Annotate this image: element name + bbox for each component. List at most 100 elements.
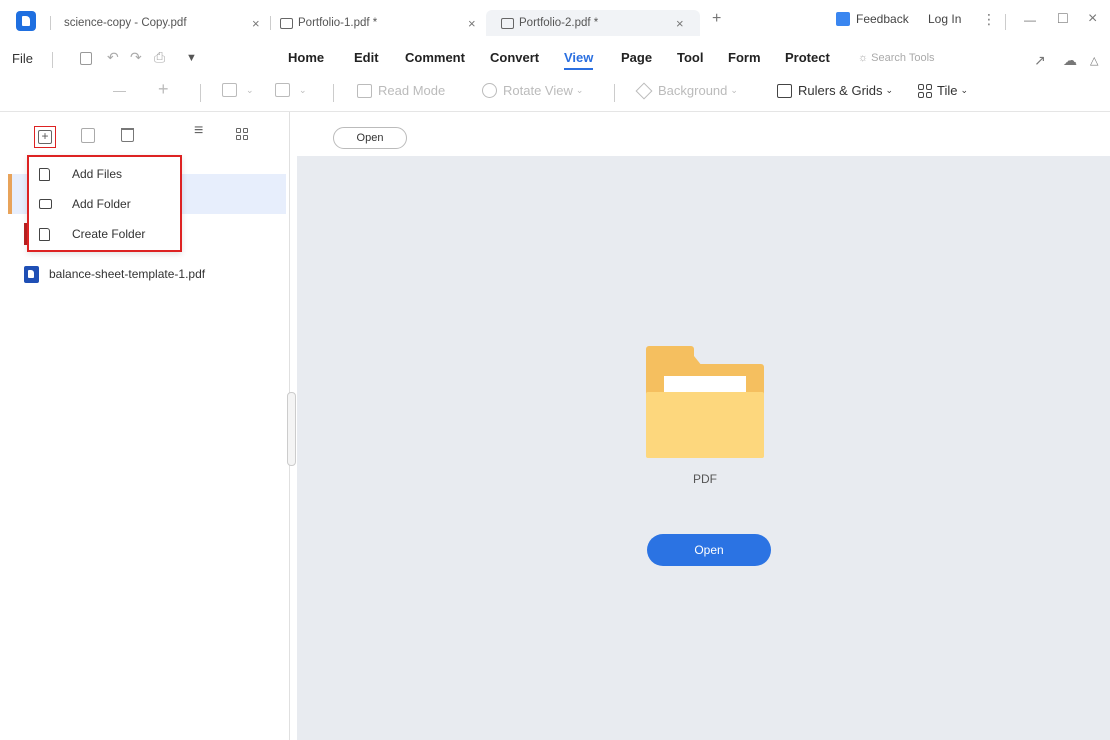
divider	[270, 16, 271, 30]
background-label: Background	[658, 83, 728, 98]
save-icon[interactable]	[80, 52, 92, 65]
read-mode-label: Read Mode	[378, 83, 446, 98]
read-mode-icon	[357, 83, 372, 98]
open-small-button[interactable]: Open	[333, 127, 407, 149]
caret-icon: ⌄	[960, 85, 969, 95]
zoom-in-button[interactable]: +	[158, 79, 169, 100]
folder-icon	[39, 199, 52, 209]
cloud-upload-icon[interactable]: ☁	[1063, 52, 1077, 69]
rotate-icon	[482, 83, 497, 98]
tab-portfolio-2[interactable]: Portfolio-2.pdf * ×	[486, 10, 700, 36]
panel-resize-handle[interactable]	[287, 392, 296, 466]
create-folder-icon	[39, 227, 50, 241]
divider	[333, 84, 334, 102]
feedback-label: Feedback	[856, 12, 909, 26]
minimize-icon[interactable]: —	[1024, 13, 1036, 27]
redo-icon[interactable]: ↷	[130, 49, 142, 66]
fit-width-button[interactable]: ⌄	[222, 83, 254, 97]
menu-convert[interactable]: Convert	[490, 50, 539, 65]
share-icon[interactable]: ↗	[1034, 52, 1046, 69]
folder-icon	[501, 17, 514, 29]
file-name: balance-sheet-template-1.pdf	[49, 267, 206, 281]
caret-icon: ⌄	[885, 85, 894, 95]
close-window-icon[interactable]: ×	[1088, 10, 1097, 28]
preview-area: Open PDF Open	[297, 112, 1110, 740]
divider	[50, 16, 51, 30]
add-files-option[interactable]: Add Files	[29, 159, 180, 189]
undo-icon[interactable]: ↶	[107, 49, 119, 66]
app-window: science-copy - Copy.pdf × Portfolio-1.pd…	[0, 0, 1110, 740]
menu-item-label: Add Folder	[72, 197, 131, 211]
tab-close-icon[interactable]: ×	[676, 16, 684, 31]
login-link[interactable]: Log In	[928, 12, 961, 26]
menu-edit[interactable]: Edit	[354, 50, 379, 65]
page-display-button[interactable]: ⌄	[275, 83, 307, 97]
menu-form[interactable]: Form	[728, 50, 761, 65]
add-button[interactable]: +	[34, 126, 56, 148]
caret-icon: ⌄	[730, 85, 738, 95]
collapse-ribbon-icon[interactable]: △	[1090, 54, 1098, 67]
tab-close-icon[interactable]: ×	[252, 16, 260, 31]
divider	[52, 52, 53, 68]
menu-bar: File ↶ ↷ ⎙ ▼ Home Edit Comment Convert V…	[0, 44, 1110, 74]
title-bar: science-copy - Copy.pdf × Portfolio-1.pd…	[0, 0, 1110, 44]
menu-page[interactable]: Page	[621, 50, 652, 65]
read-mode-button[interactable]: Read Mode	[357, 83, 445, 98]
add-file-icon	[39, 167, 50, 181]
tab-close-icon[interactable]: ×	[468, 16, 476, 31]
divider	[614, 84, 615, 102]
selection-marker	[8, 174, 12, 214]
open-button[interactable]: Open	[647, 534, 771, 566]
rotate-view-button[interactable]: Rotate View ⌄	[482, 83, 583, 98]
fit-width-icon	[222, 83, 237, 97]
search-tools[interactable]: ☼ Search Tools	[858, 52, 935, 64]
rulers-icon	[777, 83, 792, 98]
menu-comment[interactable]: Comment	[405, 50, 465, 65]
menu-protect[interactable]: Protect	[785, 50, 830, 65]
more-options-icon[interactable]: ⋮	[982, 11, 996, 28]
feedback-icon	[836, 12, 850, 26]
file-type-label: PDF	[693, 472, 717, 486]
divider	[1005, 14, 1006, 30]
zoom-out-button[interactable]: —	[113, 83, 126, 98]
background-button[interactable]: Background ⌄	[635, 82, 738, 99]
tab-portfolio-1[interactable]: Portfolio-1.pdf * ×	[280, 10, 480, 36]
tab-label: Portfolio-2.pdf *	[519, 17, 599, 29]
rulers-grids-button[interactable]: Rulers & Grids ⌄	[777, 83, 893, 98]
folder-icon	[280, 17, 293, 29]
add-folder-option[interactable]: Add Folder	[29, 189, 180, 219]
lightbulb-icon: ☼	[858, 52, 872, 64]
file-menu[interactable]: File	[12, 51, 33, 66]
preview-header: Open	[297, 112, 1110, 156]
view-toolbar: — + ⌄ ⌄ Read Mode Rotate View ⌄ Backgroun…	[0, 74, 1110, 112]
menu-tool[interactable]: Tool	[677, 50, 703, 65]
add-dropdown-menu: Add Files Add Folder Create Folder	[27, 155, 182, 252]
app-logo-icon	[16, 11, 36, 31]
menu-view[interactable]: View	[564, 50, 594, 70]
tile-icon	[918, 83, 932, 98]
print-icon[interactable]: ⎙	[154, 49, 165, 66]
rotate-view-label: Rotate View	[503, 83, 573, 98]
feedback-button[interactable]: Feedback	[836, 12, 909, 26]
quick-access-dropdown-icon[interactable]: ▼	[186, 52, 197, 64]
menu-item-label: Add Files	[72, 167, 123, 181]
tab-science-copy[interactable]: science-copy - Copy.pdf ×	[64, 10, 264, 36]
file-row[interactable]: balance-sheet-template-1.pdf	[8, 254, 286, 294]
trash-icon[interactable]	[121, 128, 134, 142]
menu-home[interactable]: Home	[288, 50, 324, 65]
tab-label: science-copy - Copy.pdf	[64, 17, 187, 29]
create-folder-option[interactable]: Create Folder	[29, 219, 180, 249]
search-tools-label: Search Tools	[871, 52, 935, 64]
list-view-icon[interactable]: ≡	[194, 122, 203, 140]
divider	[200, 84, 201, 102]
maximize-icon[interactable]: □	[1058, 10, 1068, 28]
tab-label: Portfolio-1.pdf *	[298, 17, 378, 29]
background-icon	[635, 82, 653, 99]
tile-label: Tile	[937, 83, 958, 98]
tile-button[interactable]: Tile ⌄	[918, 83, 968, 98]
grid-view-icon[interactable]	[236, 128, 248, 140]
page-display-icon	[275, 83, 290, 97]
caret-icon: ⌄	[246, 84, 254, 95]
extract-icon[interactable]	[81, 128, 95, 143]
new-tab-button[interactable]: +	[712, 10, 721, 28]
